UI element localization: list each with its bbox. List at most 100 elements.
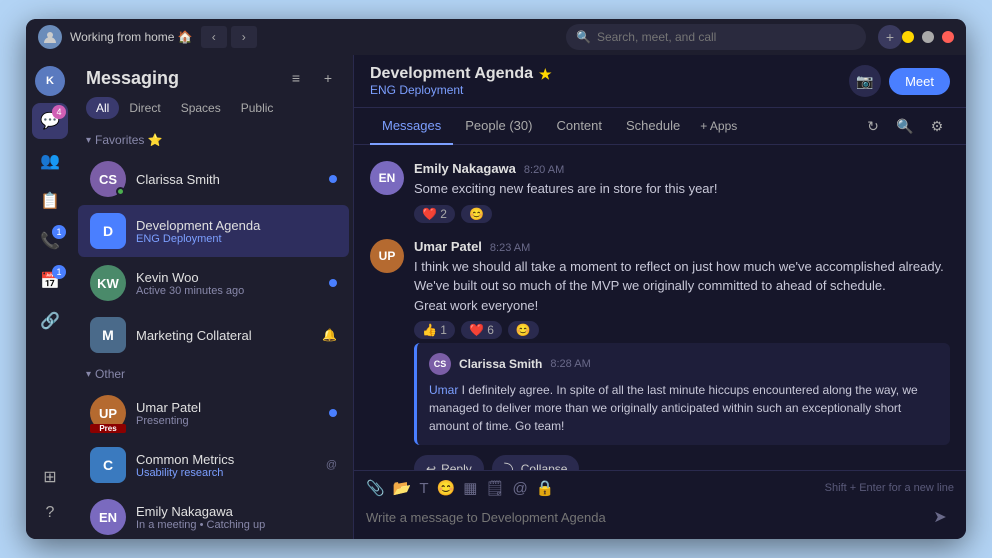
filter-button[interactable]: ≡ <box>283 65 309 91</box>
new-chat-button[interactable]: + <box>315 65 341 91</box>
sidebar-item-calendar[interactable]: 📅 1 <box>32 263 68 299</box>
mention-icon[interactable]: @ <box>512 480 527 497</box>
meet-button[interactable]: Meet <box>889 68 950 95</box>
emily-msg-time: 8:20 AM <box>524 164 564 176</box>
folder-icon[interactable]: 📂 <box>393 479 412 497</box>
work-icon: 📋 <box>40 191 60 211</box>
nav-forward-button[interactable]: › <box>231 26 257 48</box>
reply-icon: ↩ <box>426 462 436 471</box>
apps-icon: ⊞ <box>43 467 56 487</box>
sidebar-item-people[interactable]: 👥 <box>32 143 68 179</box>
tab-add-apps[interactable]: + Apps <box>692 109 745 143</box>
nav-back-button[interactable]: ‹ <box>201 26 227 48</box>
mute-icon: 🔔 <box>322 328 337 342</box>
sidebar-item-apps[interactable]: ⊞ <box>32 459 68 495</box>
minimize-button[interactable] <box>902 31 914 43</box>
other-section-header[interactable]: ▾ Other <box>74 361 353 387</box>
mention-icon: @ <box>326 459 337 471</box>
emily-msg-avatar: EN <box>370 161 404 195</box>
reaction-smile[interactable]: 😊 <box>461 205 492 223</box>
title-bar: Working from home 🏠 ‹ › 🔍 + <box>26 19 966 55</box>
emily-msg-reactions: ❤️ 2 😊 <box>414 205 950 223</box>
lock-icon[interactable]: 🔒 <box>536 479 555 497</box>
umar-msg-avatar: UP <box>370 239 404 273</box>
list-item[interactable]: CS Clarissa Smith <box>78 153 349 205</box>
main-layout: K 💬 4 👥 📋 📞 1 📅 1 🔗 <box>26 55 966 539</box>
chat-title-area: Development Agenda ★ ENG Deployment <box>370 65 552 97</box>
search-input[interactable] <box>597 30 856 44</box>
tab-schedule[interactable]: Schedule <box>614 108 692 145</box>
send-button[interactable]: ➤ <box>926 503 954 531</box>
tab-content[interactable]: Content <box>544 108 614 145</box>
umar-msg-name: Umar Patel <box>414 239 482 254</box>
reaction-heart[interactable]: ❤️ 2 <box>414 205 455 223</box>
chevron-down-icon: ▾ <box>86 369 91 380</box>
calendar-badge: 1 <box>52 265 66 279</box>
collapse-button[interactable]: ⤵ Collapse <box>492 455 580 470</box>
clarissa-quoted-name: Clarissa Smith <box>459 357 542 371</box>
settings-icon[interactable]: ⚙ <box>924 113 950 139</box>
list-item[interactable]: EN Emily Nakagawa In a meeting • Catchin… <box>78 491 349 539</box>
list-item[interactable]: KW Kevin Woo Active 30 minutes ago <box>78 257 349 309</box>
refresh-icon[interactable]: ↻ <box>860 113 886 139</box>
quoted-text: Umar I definitely agree. In spite of all… <box>429 381 938 435</box>
dev-agenda-avatar: D <box>90 213 126 249</box>
filter-tab-spaces[interactable]: Spaces <box>171 97 231 119</box>
calls-badge: 1 <box>52 225 66 239</box>
filter-tab-public[interactable]: Public <box>231 97 284 119</box>
umar-name: Umar Patel <box>136 400 319 415</box>
list-item[interactable]: C Common Metrics Usability research @ <box>78 439 349 491</box>
tab-messages[interactable]: Messages <box>370 108 453 145</box>
sidebar-item-chat[interactable]: 💬 4 <box>32 103 68 139</box>
attach-icon[interactable]: 📎 <box>366 479 385 497</box>
close-button[interactable] <box>942 31 954 43</box>
sidebar-avatar[interactable]: K <box>32 63 68 99</box>
maximize-button[interactable] <box>922 31 934 43</box>
filter-tab-all[interactable]: All <box>86 97 119 119</box>
add-button[interactable]: + <box>878 25 902 49</box>
dev-agenda-info: Development Agenda ENG Deployment <box>136 218 337 245</box>
list-item[interactable]: UP Pres Umar Patel Presenting <box>78 387 349 439</box>
common-metrics-name: Common Metrics <box>136 452 316 467</box>
reaction-smile2[interactable]: 😊 <box>508 321 539 339</box>
kevin-unread <box>329 279 337 287</box>
gif-icon[interactable]: ▦ <box>463 479 477 497</box>
people-icon: 👥 <box>40 151 60 171</box>
search-bar[interactable]: 🔍 <box>566 24 866 50</box>
common-metrics-sub: Usability research <box>136 467 316 479</box>
tab-people[interactable]: People (30) <box>453 108 544 145</box>
sticker-icon[interactable]: 🗒 <box>485 479 504 497</box>
umar-sub: Presenting <box>136 415 319 427</box>
dev-agenda-name: Development Agenda <box>136 218 337 233</box>
message: EN Emily Nakagawa 8:20 AM Some exciting … <box>370 161 950 223</box>
video-button[interactable]: 📷 <box>849 65 881 97</box>
emily-info: Emily Nakagawa In a meeting • Catching u… <box>136 504 337 531</box>
message-input[interactable] <box>366 510 918 525</box>
search-chat-icon[interactable]: 🔍 <box>892 113 918 139</box>
send-icon: ➤ <box>933 507 946 527</box>
title-bar-avatar <box>38 25 62 49</box>
sidebar-item-help[interactable]: ? <box>32 495 68 531</box>
network-icon: 🔗 <box>40 311 60 331</box>
sidebar-item-calls[interactable]: 📞 1 <box>32 223 68 259</box>
umar-msg-time: 8:23 AM <box>490 242 530 254</box>
chat-badge: 4 <box>52 105 66 119</box>
filter-tab-direct[interactable]: Direct <box>119 97 170 119</box>
sidebar-item-network[interactable]: 🔗 <box>32 303 68 339</box>
input-row: ➤ <box>366 503 954 531</box>
online-indicator <box>116 187 125 196</box>
reaction-thumbs[interactable]: 👍 1 <box>414 321 455 339</box>
emily-msg-content: Emily Nakagawa 8:20 AM Some exciting new… <box>414 161 950 223</box>
text-format-icon[interactable]: T <box>419 480 428 497</box>
marketing-name: Marketing Collateral <box>136 328 312 343</box>
favorites-section-header[interactable]: ▾ Favorites ⭐ <box>74 127 353 153</box>
reply-button[interactable]: ↩ Reply <box>414 455 484 470</box>
sidebar-item-work[interactable]: 📋 <box>32 183 68 219</box>
title-bar-nav: ‹ › <box>201 26 257 48</box>
emoji-icon[interactable]: 😊 <box>437 479 456 497</box>
list-item[interactable]: D Development Agenda ENG Deployment <box>78 205 349 257</box>
list-item[interactable]: M Marketing Collateral 🔔 <box>78 309 349 361</box>
reaction-heart2[interactable]: ❤️ 6 <box>461 321 502 339</box>
emily-sub: In a meeting • Catching up <box>136 519 337 531</box>
umar-info: Umar Patel Presenting <box>136 400 319 427</box>
